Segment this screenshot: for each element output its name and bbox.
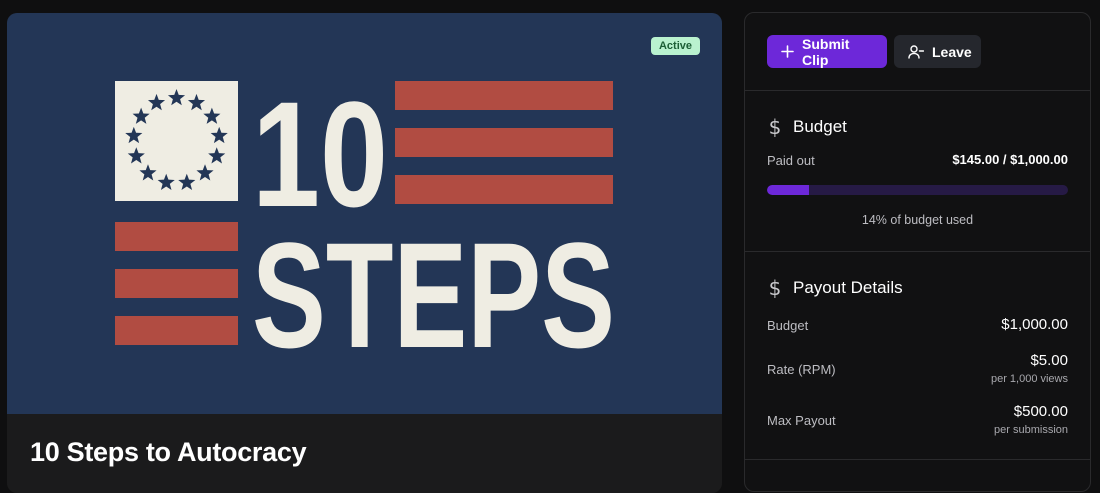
budget-total-value: $1,000.00 [1001,316,1068,333]
dollar-icon: $ [768,115,782,139]
budget-heading: $ Budget [767,115,847,139]
max-payout-subtext: per submission [994,424,1068,436]
dollar-icon: $ [768,276,782,300]
action-bar: Submit Clip Leave [745,13,1090,91]
budget-section: $ Budget Paid out $145.00 / $1,000.00 14… [745,91,1090,252]
ten-steps-logo: 10 STEPS [115,70,615,379]
stripe [395,175,613,204]
payout-row-value: $500.00 [1014,403,1068,420]
leave-label: Leave [932,43,972,60]
campaign-card[interactable]: 10 STEPS Active 10 Steps to Autocracy [7,13,722,493]
budget-progress-fill [767,185,810,195]
plus-icon [781,45,794,58]
payout-row-label: Max Payout [767,413,836,428]
payout-heading: $ Payout Details [767,276,903,300]
submit-clip-label: Submit Clip [802,35,850,68]
status-badge: Active [650,37,700,55]
campaign-artwork: 10 STEPS Active [7,13,722,414]
stripe [115,269,238,298]
stripe [115,222,238,251]
payout-row-label: Budget [767,318,809,333]
submit-clip-button[interactable]: Submit Clip [767,35,887,68]
rate-subtext: per 1,000 views [990,373,1068,385]
budget-progress-bar [767,185,1068,195]
payout-heading-label: Payout Details [793,278,903,297]
payout-details-section: $ Payout Details Budget $1,000.00 Rate (… [745,252,1090,460]
artwork-word: STEPS [252,211,615,379]
paid-out-value: $145.00 / $1,000.00 [952,152,1068,167]
budget-heading-label: Budget [793,117,847,136]
campaign-title: 10 Steps to Autocracy [30,437,307,467]
campaign-sidebar: Submit Clip Leave $ Budget Paid out $145… [744,12,1091,492]
user-minus-icon [908,44,924,59]
budget-progress-caption: 14% of budget used [861,213,974,227]
card-footer: 10 Steps to Autocracy [7,414,722,493]
stripe [115,316,238,345]
paid-out-label: Paid out [767,153,815,168]
leave-button[interactable]: Leave [894,35,981,68]
payout-row-value: $5.00 [1030,352,1068,369]
stripe [395,81,613,110]
payout-row-label: Rate (RPM) [767,362,836,377]
rate-value: $5.00 [1030,352,1068,369]
payout-row-value: $1,000.00 [1001,316,1068,333]
stripe [395,128,613,157]
max-payout-value: $500.00 [1013,403,1068,420]
